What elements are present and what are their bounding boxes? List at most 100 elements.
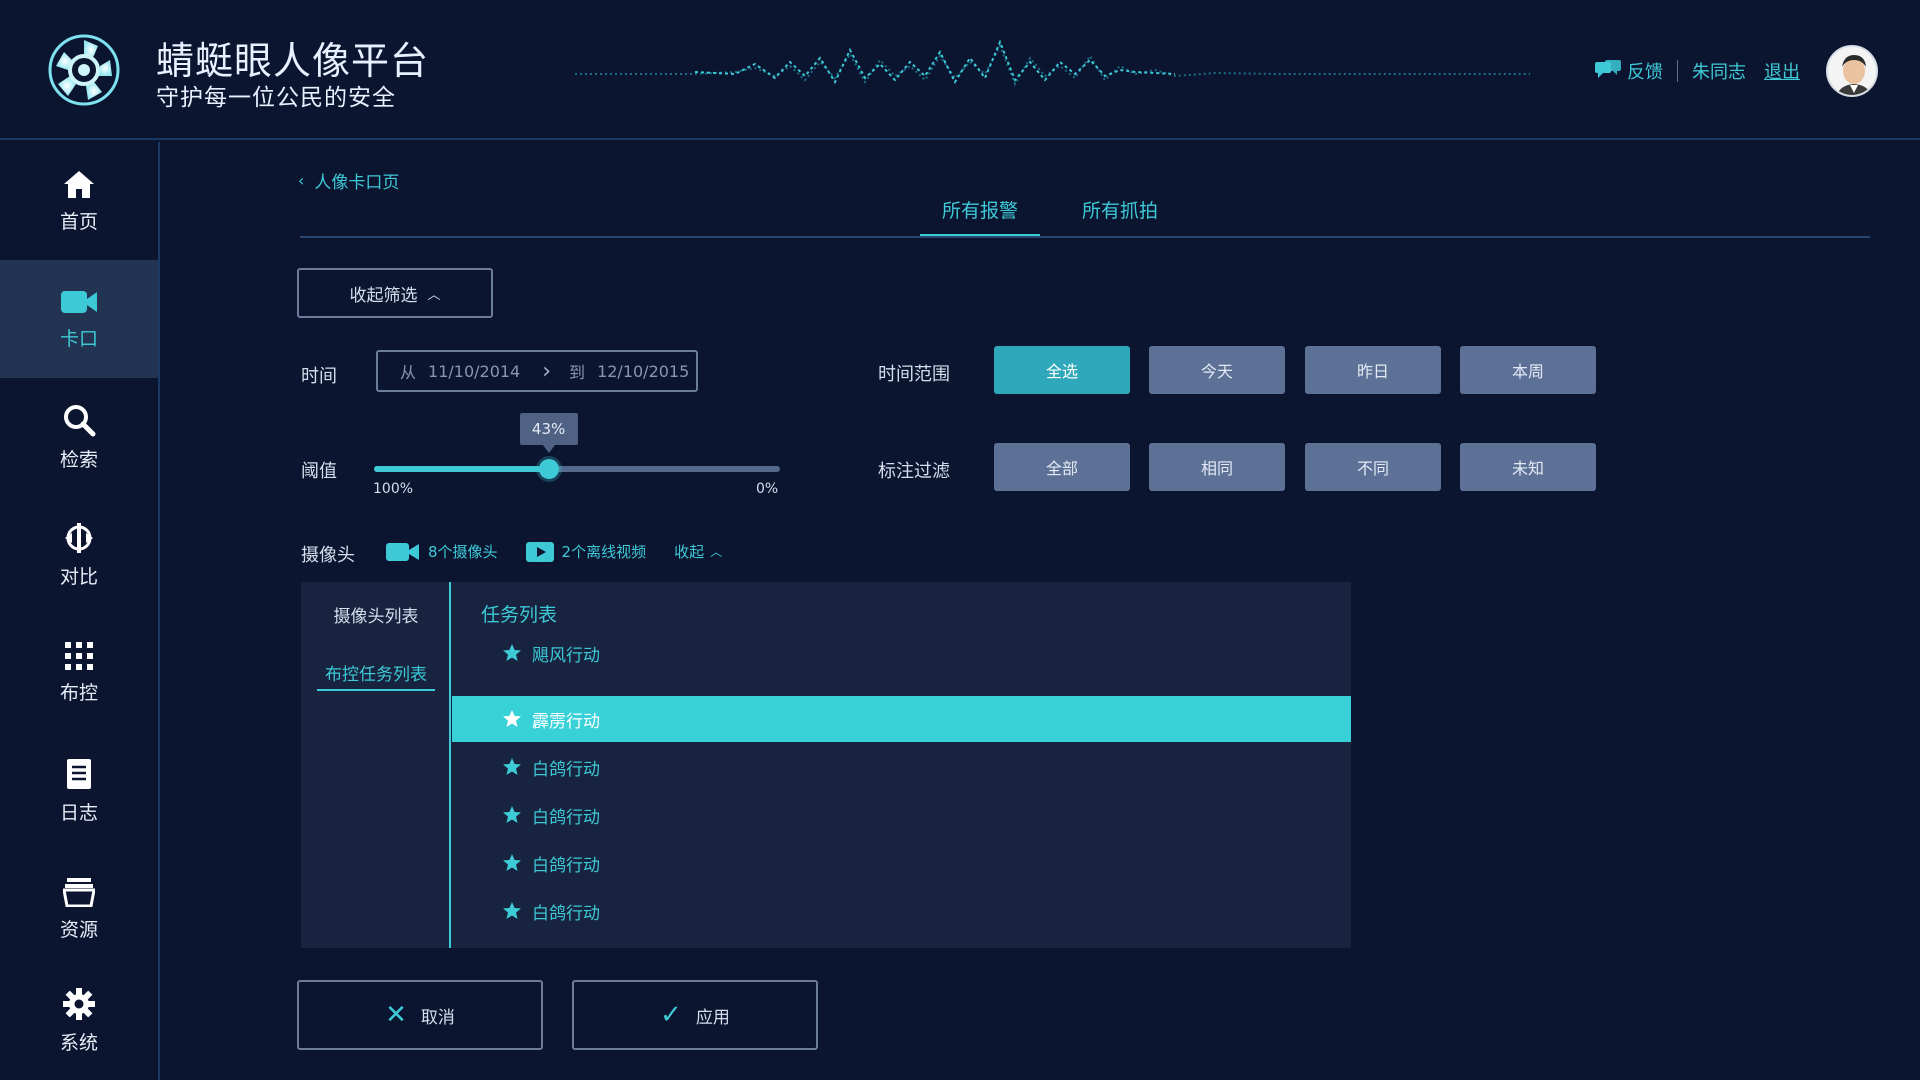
feedback-label: 反馈 [1627,62,1663,83]
camera-collapse-toggle[interactable]: 收起 ︿ [674,541,722,562]
sidebar-item-label: 日志 [59,801,98,824]
annotation-all-button[interactable]: 全部 [994,443,1130,491]
feedback-button[interactable]: 反馈 [1595,58,1663,84]
threshold-right-label: 0% [756,481,779,497]
camera-collapse-label: 收起 [674,543,705,561]
task-list-item[interactable]: 白鸽行动 [452,744,1351,790]
task-list-item[interactable]: 飓风行动 [452,630,1351,676]
collapse-filter-button[interactable]: 收起筛选 ︿ [297,268,493,318]
sidebar-item-checkpoint[interactable]: 卡口 [0,260,158,378]
date-from-value[interactable]: 11/10/2014 [428,362,520,381]
chevron-left-icon: ‹ [298,171,305,190]
tab-all-captures[interactable]: 所有抓拍 [1060,196,1180,238]
annotation-same-button[interactable]: 相同 [1149,443,1285,491]
sidebar-item-system[interactable]: 系统 [0,962,158,1080]
check-icon: ✓ [660,1000,682,1030]
camera-count-label: 8个摄像头 [428,543,498,561]
offline-video-link[interactable]: 2个离线视频 [525,541,647,562]
sidebar-item-label: 卡口 [59,327,98,350]
deploy-task-list-tab-label: 布控任务列表 [317,660,435,691]
sidebar-item-label: 布控 [59,681,98,704]
breadcrumb-label: 人像卡口页 [314,173,400,193]
task-list-item[interactable]: 白鸽行动 [452,792,1351,838]
sidebar-item-label: 首页 [59,210,98,233]
video-camera-icon [386,542,419,561]
username: 朱同志 [1692,62,1746,83]
threshold-slider-track[interactable] [374,466,780,472]
breadcrumb-back-link[interactable]: ‹ 人像卡口页 [298,168,399,193]
cancel-button[interactable]: ✕ 取消 [297,980,543,1050]
date-to-value[interactable]: 12/10/2015 [597,362,689,381]
date-range-picker[interactable]: 从 11/10/2014 › 到 12/10/2015 [376,350,698,392]
offline-video-label: 2个离线视频 [561,543,647,561]
task-list-item[interactable]: 白鸽行动 [452,888,1351,934]
task-list-title: 任务列表 [481,604,558,626]
chevron-up-icon: ︿ [427,287,441,303]
apply-button[interactable]: ✓ 应用 [572,980,818,1050]
camera-label: 摄像头 [301,545,355,566]
grid-icon [65,641,93,670]
header-user-area: 反馈 朱同志 退出 [1595,58,1800,84]
camera-list-tab[interactable]: 摄像头列表 [301,602,451,627]
task-name: 飓风行动 [532,645,600,666]
app-title: 蜻蜓眼人像平台 [156,39,430,83]
tab-all-alerts[interactable]: 所有报警 [920,196,1040,238]
home-icon [64,170,94,198]
time-range-label: 时间范围 [878,364,950,385]
time-range-today-button[interactable]: 今天 [1149,346,1285,394]
threshold-slider-handle[interactable] [538,459,559,479]
sidebar-item-label: 对比 [59,565,98,588]
task-name: 白鸽行动 [532,759,600,780]
task-name: 白鸽行动 [532,903,600,924]
panel-side-tabs: 摄像头列表 布控任务列表 [301,582,451,948]
date-to-prefix: 到 [569,363,586,382]
threshold-tooltip: 43% [519,413,578,453]
close-icon: ✕ [385,1000,407,1030]
tabs-divider [300,236,1870,238]
sidebar-item-search[interactable]: 检索 [0,378,158,496]
task-name: 霹雳行动 [532,711,600,732]
cancel-label: 取消 [420,1007,455,1028]
time-range-all-button[interactable]: 全选 [994,346,1130,394]
chevron-up-icon: ︿ [710,545,723,559]
time-range-yesterday-button[interactable]: 昨日 [1305,346,1441,394]
sidebar: 首页 卡口 检索 对比 布控 日志 资源 系统 [0,142,160,1080]
top-header: 蜻蜓眼人像平台 守护每一位公民的安全 反馈 朱同志 退出 [0,0,1920,140]
sidebar-item-compare[interactable]: 对比 [0,496,158,614]
sidebar-item-label: 资源 [59,918,98,941]
document-icon [67,758,91,789]
camera-summary-row: 8个摄像头 2个离线视频 收起 ︿ [386,541,722,562]
logout-link[interactable]: 退出 [1764,58,1800,84]
sidebar-item-log[interactable]: 日志 [0,732,158,850]
sidebar-item-home[interactable]: 首页 [0,142,158,260]
star-icon [503,644,521,661]
compare-icon [65,522,93,553]
folder-icon [63,877,95,907]
annotation-different-button[interactable]: 不同 [1305,443,1441,491]
time-label: 时间 [301,366,337,387]
apply-label: 应用 [695,1007,730,1028]
search-icon [64,404,96,436]
annotation-unknown-button[interactable]: 未知 [1460,443,1596,491]
task-list-item-selected[interactable]: 霹雳行动 [452,696,1351,742]
avatar[interactable] [1826,45,1878,97]
sidebar-item-resources[interactable]: 资源 [0,850,158,968]
star-icon [503,902,521,919]
sidebar-item-deploy[interactable]: 布控 [0,614,158,732]
chevron-right-icon: › [542,358,552,384]
play-video-icon [525,541,554,562]
deploy-task-list-tab[interactable]: 布控任务列表 [301,660,451,691]
star-icon [503,758,521,775]
threshold-label: 阈值 [301,461,337,482]
annotation-filter-label: 标注过滤 [878,461,950,482]
time-range-this-week-button[interactable]: 本周 [1460,346,1596,394]
star-icon [503,710,521,727]
task-list-item[interactable]: 白鸽行动 [452,840,1351,886]
dragonfly-eye-logo-icon [46,32,122,108]
camera-icon [61,290,97,313]
app-slogan: 守护每一位公民的安全 [156,85,396,111]
sidebar-item-label: 检索 [59,448,98,471]
collapse-filter-label: 收起筛选 [349,285,418,306]
camera-count-link[interactable]: 8个摄像头 [386,541,498,562]
threshold-slider-fill [374,466,549,472]
